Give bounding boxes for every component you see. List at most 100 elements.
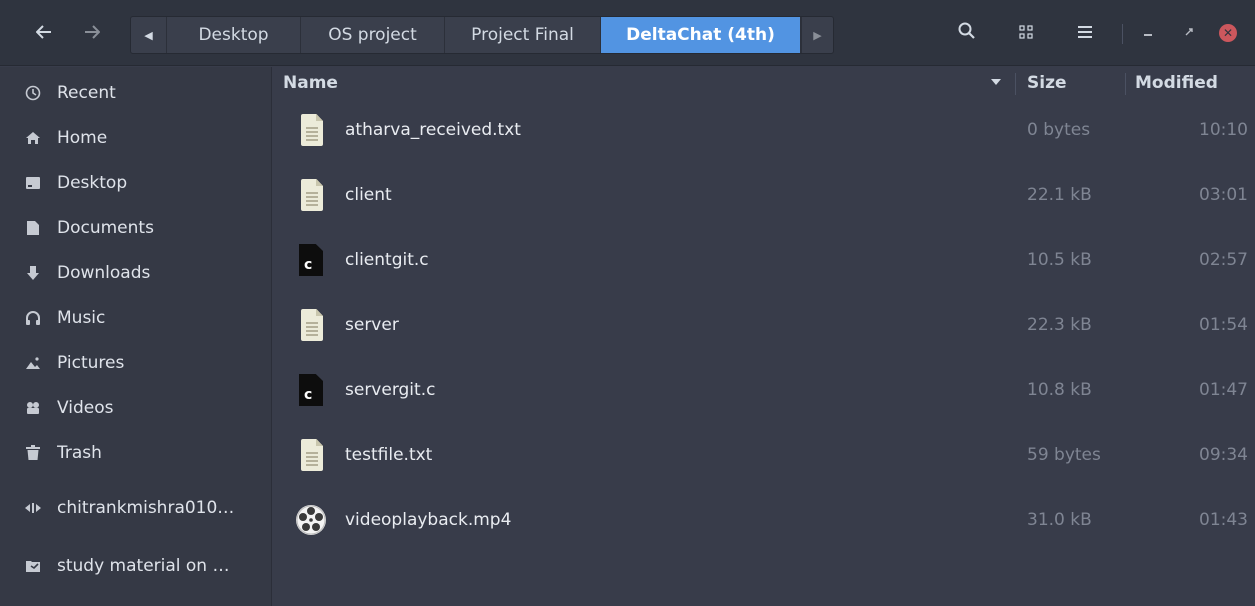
arrow-right-icon [84, 23, 101, 44]
search-icon [958, 22, 976, 44]
maximize-button[interactable] [1176, 20, 1202, 46]
sidebar-item-pictures[interactable]: Pictures [0, 343, 271, 383]
document-icon [24, 219, 42, 237]
file-size: 59 bytes [1027, 445, 1101, 465]
c-source-icon: c [295, 240, 329, 280]
file-row[interactable]: videoplayback.mp4 31.0 kB 01:43 [273, 488, 1255, 552]
sidebar-item-label: chitrankmishra010… [57, 498, 235, 518]
download-icon [24, 264, 42, 282]
column-header-name[interactable]: Name [283, 67, 338, 99]
file-row[interactable]: client 22.1 kB 03:01 [273, 163, 1255, 227]
view-toggle-button[interactable] [1010, 17, 1042, 49]
file-row[interactable]: atharva_received.txt 0 bytes 10:10 [273, 98, 1255, 162]
close-button[interactable]: ✕ [1215, 20, 1241, 46]
sidebar-item-label: Downloads [57, 263, 151, 283]
sidebar-item-recent[interactable]: Recent [0, 73, 271, 113]
file-size: 10.8 kB [1027, 380, 1092, 400]
crumb-desktop[interactable]: Desktop [167, 17, 301, 53]
sidebar-item-trash[interactable]: Trash [0, 433, 271, 473]
header-separator [1122, 24, 1123, 44]
file-name: videoplayback.mp4 [345, 510, 512, 530]
file-modified: 02:57 [1199, 250, 1248, 270]
sidebar-item-network-share[interactable]: chitrankmishra010… [0, 488, 271, 528]
file-row[interactable]: server 22.3 kB 01:54 [273, 293, 1255, 357]
forward-button[interactable] [76, 17, 108, 49]
grid-view-icon [1019, 24, 1033, 43]
sort-descending-icon [991, 79, 1001, 85]
file-modified: 10:10 [1199, 120, 1248, 140]
path-scroll-right-button[interactable]: ▶ [801, 17, 833, 53]
crumb-deltachat-current[interactable]: DeltaChat (4th) [601, 17, 801, 53]
c-source-icon: c [295, 370, 329, 410]
crumb-project-final[interactable]: Project Final [445, 17, 601, 53]
desktop-icon [24, 174, 42, 192]
close-icon: ✕ [1219, 24, 1237, 42]
videos-icon [24, 399, 42, 417]
crumb-os-project[interactable]: OS project [301, 17, 445, 53]
sidebar-item-desktop[interactable]: Desktop [0, 163, 271, 203]
file-name: client [345, 185, 392, 205]
sidebar-item-label: Music [57, 308, 106, 328]
file-size: 22.1 kB [1027, 185, 1092, 205]
clock-icon [24, 84, 42, 102]
text-file-icon [295, 435, 329, 475]
file-size: 22.3 kB [1027, 315, 1092, 335]
file-modified: 03:01 [1199, 185, 1248, 205]
video-file-icon [295, 500, 329, 540]
sidebar: Recent Home Desktop Documents Downloads [0, 67, 272, 606]
sidebar-item-label: Pictures [57, 353, 125, 373]
column-separator [1015, 73, 1016, 95]
file-manager-window: ◀ Desktop OS project Project Final Delta… [0, 0, 1255, 606]
hamburger-menu-icon [1077, 24, 1093, 43]
menu-button[interactable] [1069, 17, 1101, 49]
column-header-modified[interactable]: Modified [1135, 67, 1218, 99]
sidebar-item-label: Trash [57, 443, 102, 463]
file-modified: 09:34 [1199, 445, 1248, 465]
search-button[interactable] [951, 17, 983, 49]
text-file-icon [295, 175, 329, 215]
file-modified: 01:43 [1199, 510, 1248, 530]
sidebar-item-music[interactable]: Music [0, 298, 271, 338]
path-scroll-left-button[interactable]: ◀ [131, 17, 167, 53]
file-modified: 01:54 [1199, 315, 1248, 335]
minimize-icon [1143, 26, 1153, 41]
text-file-icon [295, 110, 329, 150]
sidebar-item-label: study material on … [57, 556, 230, 576]
text-file-icon [295, 305, 329, 345]
sidebar-item-label: Desktop [57, 173, 128, 193]
back-button[interactable] [28, 17, 60, 49]
arrow-left-icon [35, 23, 52, 44]
sidebar-item-study-material[interactable]: study material on … [0, 546, 271, 586]
sidebar-item-downloads[interactable]: Downloads [0, 253, 271, 293]
file-size: 31.0 kB [1027, 510, 1092, 530]
column-header-size[interactable]: Size [1027, 67, 1067, 99]
file-modified: 01:47 [1199, 380, 1248, 400]
file-row[interactable]: testfile.txt 59 bytes 09:34 [273, 423, 1255, 487]
sidebar-item-documents[interactable]: Documents [0, 208, 271, 248]
sidebar-item-videos[interactable]: Videos [0, 388, 271, 428]
sidebar-item-label: Documents [57, 218, 154, 238]
minimize-button[interactable] [1135, 20, 1161, 46]
maximize-icon [1184, 26, 1194, 41]
sidebar-item-label: Recent [57, 83, 116, 103]
file-name: servergit.c [345, 380, 436, 400]
column-separator [1125, 73, 1126, 95]
file-name: atharva_received.txt [345, 120, 521, 140]
home-icon [24, 129, 42, 147]
file-size: 0 bytes [1027, 120, 1091, 140]
file-row[interactable]: c clientgit.c 10.5 kB 02:57 [273, 228, 1255, 292]
sidebar-item-label: Home [57, 128, 108, 148]
file-list: Name Size Modified atharva_received.txt … [273, 67, 1255, 606]
file-name: testfile.txt [345, 445, 433, 465]
file-name: clientgit.c [345, 250, 429, 270]
path-bar: ◀ Desktop OS project Project Final Delta… [130, 16, 834, 54]
triangle-right-icon: ▶ [813, 28, 822, 42]
file-row[interactable]: c servergit.c 10.8 kB 01:47 [273, 358, 1255, 422]
header-bar: ◀ Desktop OS project Project Final Delta… [0, 0, 1255, 66]
triangle-left-icon: ◀ [144, 28, 153, 42]
sidebar-item-label: Videos [57, 398, 114, 418]
sidebar-item-home[interactable]: Home [0, 118, 271, 158]
pictures-icon [24, 354, 42, 372]
file-name: server [345, 315, 399, 335]
folder-icon [24, 557, 42, 575]
